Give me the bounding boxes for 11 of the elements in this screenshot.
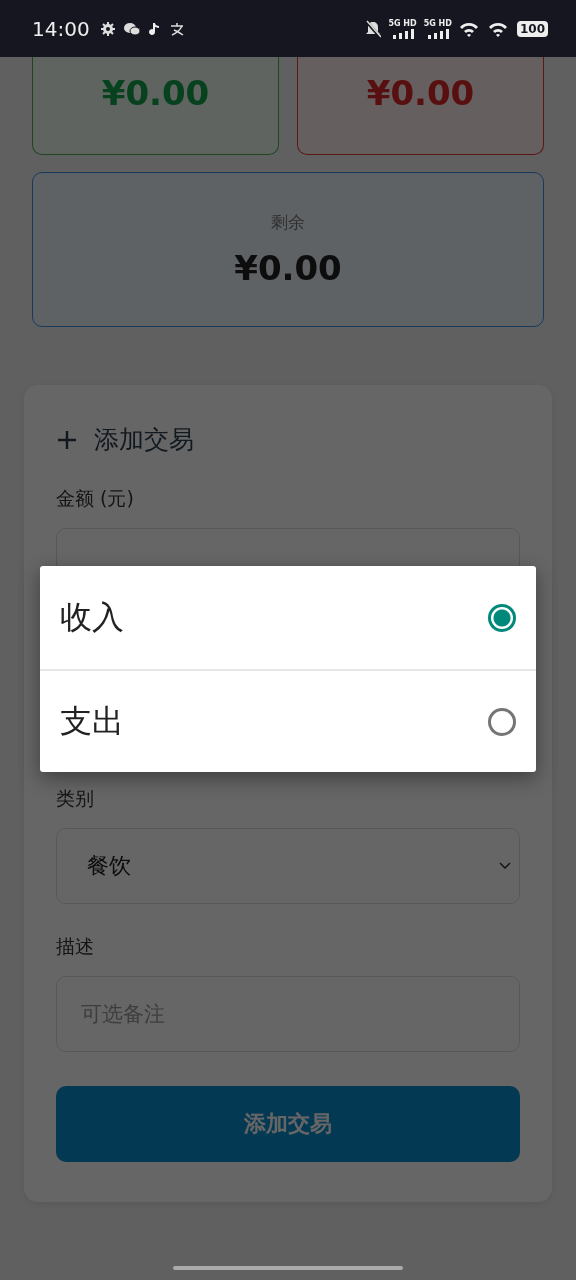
clock: 14:00 xyxy=(32,16,90,41)
income-amount: ¥0.00 xyxy=(101,72,210,113)
network-label: 5G HD xyxy=(423,18,452,28)
balance-amount: ¥0.00 xyxy=(234,248,342,288)
field-label: 描述 xyxy=(56,934,95,959)
field-label: 类别 xyxy=(56,786,95,811)
form-title: 添加交易 xyxy=(94,424,194,456)
network-label: 5G HD xyxy=(388,18,417,28)
battery-level: 100 xyxy=(519,21,545,36)
field-label: 金额 (元) xyxy=(56,486,135,511)
expense-amount: ¥0.00 xyxy=(366,72,475,113)
